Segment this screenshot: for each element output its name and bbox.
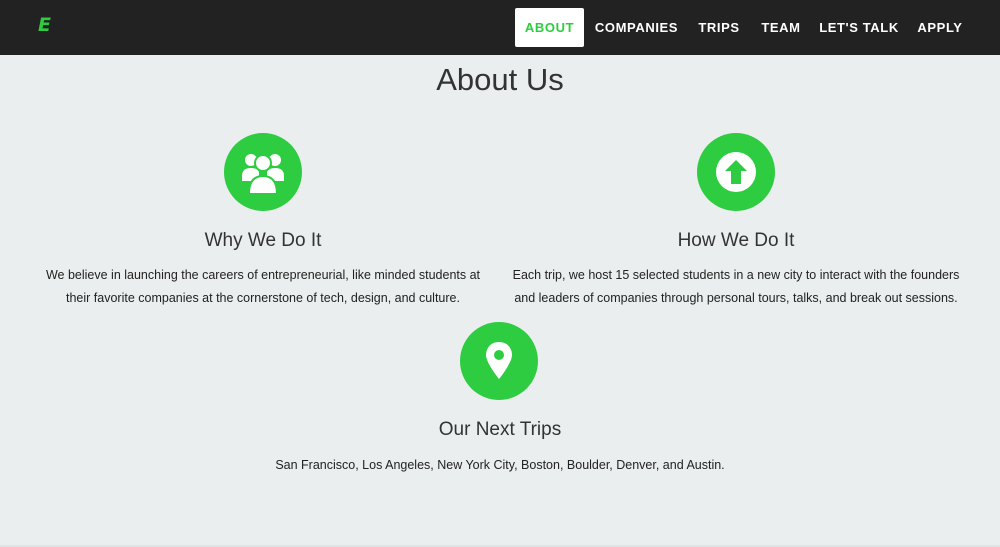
next-trips-line-1: San Francisco, Los Angeles, New York Cit…: [275, 458, 725, 472]
nav-apply-link[interactable]: APPLY: [912, 8, 968, 47]
why-heading: Why We Do It: [204, 230, 322, 251]
nav-about-link[interactable]: ABOUT: [515, 8, 584, 47]
next-trips-description: San Francisco, Los Angeles, New York Cit…: [200, 454, 800, 477]
next-trips-heading: Our Next Trips: [438, 419, 562, 440]
how-heading: How We Do It: [677, 230, 795, 251]
brand-logo[interactable]: E: [38, 14, 51, 36]
nav-companies-link[interactable]: COMPANIES: [591, 8, 682, 47]
arrow-up-circle-icon: [697, 133, 775, 211]
page-title: About Us: [436, 62, 564, 97]
map-marker-icon: [460, 322, 538, 400]
why-line-1: We believe in launching the careers of e…: [45, 268, 481, 282]
why-description: We believe in launching the careers of e…: [13, 264, 513, 310]
users-icon: [224, 133, 302, 211]
how-line-2: and leaders of companies through persona…: [514, 291, 958, 305]
how-description: Each trip, we host 15 selected students …: [486, 264, 986, 310]
nav-lets-talk-link[interactable]: LET'S TALK: [818, 8, 900, 47]
nav-team-link[interactable]: TEAM: [756, 8, 806, 47]
why-line-2: their favorite companies at the cornerst…: [66, 291, 460, 305]
how-line-1: Each trip, we host 15 selected students …: [512, 268, 960, 282]
nav-trips-link[interactable]: TRIPS: [694, 8, 744, 47]
top-navbar: E ABOUT COMPANIES TRIPS TEAM LET'S TALK …: [0, 0, 1000, 55]
